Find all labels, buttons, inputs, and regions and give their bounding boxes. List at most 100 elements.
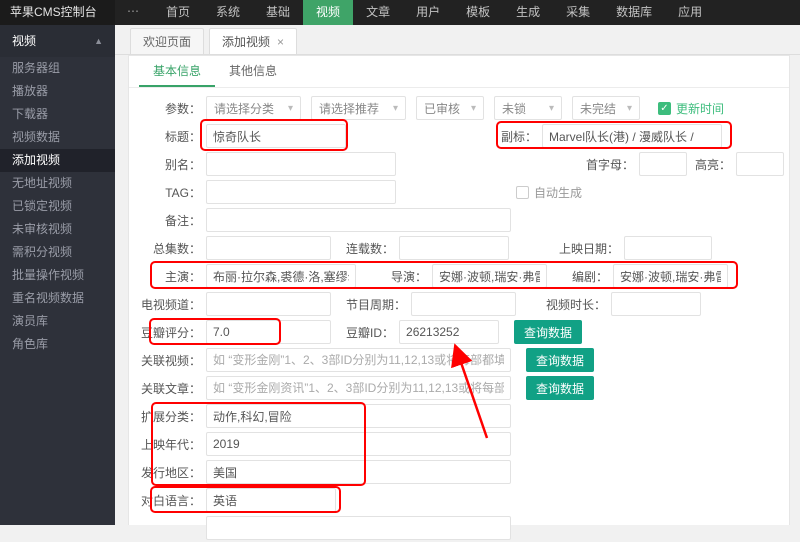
tab-add-video[interactable]: 添加视频 ×	[209, 28, 297, 54]
top-nav: 首页 系统 基础 视频 文章 用户 模板 生成 采集 数据库 应用	[153, 0, 715, 25]
recommend-select[interactable]: 请选择推荐 ▾	[311, 96, 406, 120]
close-icon[interactable]: ×	[277, 35, 284, 49]
query-data-button[interactable]: 查询数据	[526, 376, 594, 400]
director-input[interactable]	[432, 264, 547, 288]
sidebar-item-player[interactable]: 播放器	[0, 80, 115, 103]
release-date-input[interactable]	[624, 236, 712, 260]
nav-item-basic[interactable]: 基础	[253, 0, 303, 25]
chevron-down-icon: ▾	[627, 103, 632, 114]
tag-input[interactable]	[206, 180, 396, 204]
audit-select[interactable]: 已审核 ▾	[416, 96, 484, 120]
subtitle-group: 副标：	[501, 124, 722, 148]
year-input[interactable]	[206, 432, 511, 456]
highlight-label: 高亮：	[695, 156, 731, 173]
tab-basic-info[interactable]: 基本信息	[139, 56, 215, 87]
update-time-checkbox[interactable]: ✓	[658, 102, 671, 115]
cycle-input[interactable]	[411, 292, 516, 316]
highlight-group: 高亮：	[695, 152, 784, 176]
related-video-label: 关联视频：	[129, 352, 201, 369]
clipped-input[interactable]	[206, 516, 511, 540]
form-row-related-article: 关联文章： 查询数据	[129, 374, 789, 402]
sidebar-item-roles[interactable]: 角色库	[0, 333, 115, 356]
highlight-input[interactable]	[736, 152, 784, 176]
nav-item-template[interactable]: 模板	[453, 0, 503, 25]
sidebar-item-downloader[interactable]: 下载器	[0, 103, 115, 126]
serialize-select-value: 未完结	[580, 100, 616, 117]
alias-input[interactable]	[206, 152, 396, 176]
initial-group: 首字母：	[586, 152, 687, 176]
actors-input[interactable]	[206, 264, 356, 288]
sidebar-item-batch[interactable]: 批量操作视频	[0, 264, 115, 287]
nav-item-collect[interactable]: 采集	[553, 0, 603, 25]
app-title: 苹果CMS控制台	[0, 0, 115, 25]
writer-input[interactable]	[613, 264, 728, 288]
area-label: 发行地区：	[129, 464, 201, 481]
serial-group: 连载数：	[346, 236, 509, 260]
sidebar-item-locked[interactable]: 已锁定视频	[0, 195, 115, 218]
nav-item-article[interactable]: 文章	[353, 0, 403, 25]
tab-welcome[interactable]: 欢迎页面	[130, 28, 204, 54]
form-row-params: 参数： 请选择分类 ▾ 请选择推荐 ▾ 已审核 ▾ 未锁 ▾	[129, 94, 789, 122]
douban-score-input[interactable]	[206, 320, 331, 344]
recommend-select-value: 请选择推荐	[319, 100, 379, 117]
category-select[interactable]: 请选择分类 ▾	[206, 96, 301, 120]
nav-item-database[interactable]: 数据库	[603, 0, 665, 25]
total-episodes-input[interactable]	[206, 236, 331, 260]
sidebar-item-no-address[interactable]: 无地址视频	[0, 172, 115, 195]
nav-item-app[interactable]: 应用	[665, 0, 715, 25]
nav-item-system[interactable]: 系统	[203, 0, 253, 25]
form-row-alias: 别名： 首字母： 高亮：	[129, 150, 789, 178]
sidebar: 视频 ▲ 服务器组 播放器 下载器 视频数据 添加视频 无地址视频 已锁定视频 …	[0, 25, 115, 525]
douban-id-input[interactable]	[399, 320, 499, 344]
sidebar-section-video[interactable]: 视频 ▲	[0, 25, 115, 57]
year-label: 上映年代：	[129, 436, 201, 453]
sidebar-item-server-group[interactable]: 服务器组	[0, 57, 115, 80]
initial-input[interactable]	[639, 152, 687, 176]
nav-item-user[interactable]: 用户	[403, 0, 453, 25]
duration-input[interactable]	[611, 292, 701, 316]
serial-input[interactable]	[399, 236, 509, 260]
related-video-input[interactable]	[206, 348, 511, 372]
tab-other-info[interactable]: 其他信息	[215, 56, 291, 87]
language-label: 对白语言：	[129, 492, 201, 509]
update-time-label: 更新时间	[676, 100, 724, 117]
nav-item-generate[interactable]: 生成	[503, 0, 553, 25]
query-data-button[interactable]: 查询数据	[526, 348, 594, 372]
writer-label: 编剧：	[572, 268, 608, 285]
menu-dots-icon[interactable]: ⋯	[115, 0, 153, 25]
nav-item-video[interactable]: 视频	[303, 0, 353, 25]
add-video-form: 参数： 请选择分类 ▾ 请选择推荐 ▾ 已审核 ▾ 未锁 ▾	[129, 88, 789, 542]
serial-label: 连载数：	[346, 240, 394, 257]
remark-input[interactable]	[206, 208, 511, 232]
remark-label: 备注：	[129, 212, 201, 229]
panel-tabs: 基本信息 其他信息	[129, 56, 789, 88]
auto-generate-checkbox[interactable]	[516, 186, 529, 199]
ext-category-input[interactable]	[206, 404, 511, 428]
duration-label: 视频时长：	[546, 296, 606, 313]
form-row-area: 发行地区：	[129, 458, 789, 486]
lock-select[interactable]: 未锁 ▾	[494, 96, 562, 120]
title-input[interactable]	[206, 124, 346, 148]
director-group: 导演：	[391, 264, 547, 288]
sidebar-item-add-video[interactable]: 添加视频	[0, 149, 115, 172]
subtitle-input[interactable]	[542, 124, 722, 148]
release-date-group: 上映日期：	[559, 236, 712, 260]
query-data-button[interactable]: 查询数据	[514, 320, 582, 344]
form-row-year: 上映年代：	[129, 430, 789, 458]
tabstrip: 欢迎页面 添加视频 ×	[115, 25, 800, 55]
sidebar-item-unaudited[interactable]: 未审核视频	[0, 218, 115, 241]
serialize-select[interactable]: 未完结 ▾	[572, 96, 640, 120]
lock-select-value: 未锁	[502, 100, 526, 117]
area-input[interactable]	[206, 460, 511, 484]
sidebar-item-video-data[interactable]: 视频数据	[0, 126, 115, 149]
chevron-down-icon: ▾	[288, 103, 293, 114]
tab-add-video-label: 添加视频	[222, 33, 270, 50]
nav-item-home[interactable]: 首页	[153, 0, 203, 25]
related-article-input[interactable]	[206, 376, 511, 400]
tv-channel-input[interactable]	[206, 292, 331, 316]
language-input[interactable]	[206, 488, 336, 512]
sidebar-item-duplicate[interactable]: 重名视频数据	[0, 287, 115, 310]
form-row-related-video: 关联视频： 查询数据	[129, 346, 789, 374]
sidebar-item-points[interactable]: 需积分视频	[0, 241, 115, 264]
sidebar-item-actors[interactable]: 演员库	[0, 310, 115, 333]
